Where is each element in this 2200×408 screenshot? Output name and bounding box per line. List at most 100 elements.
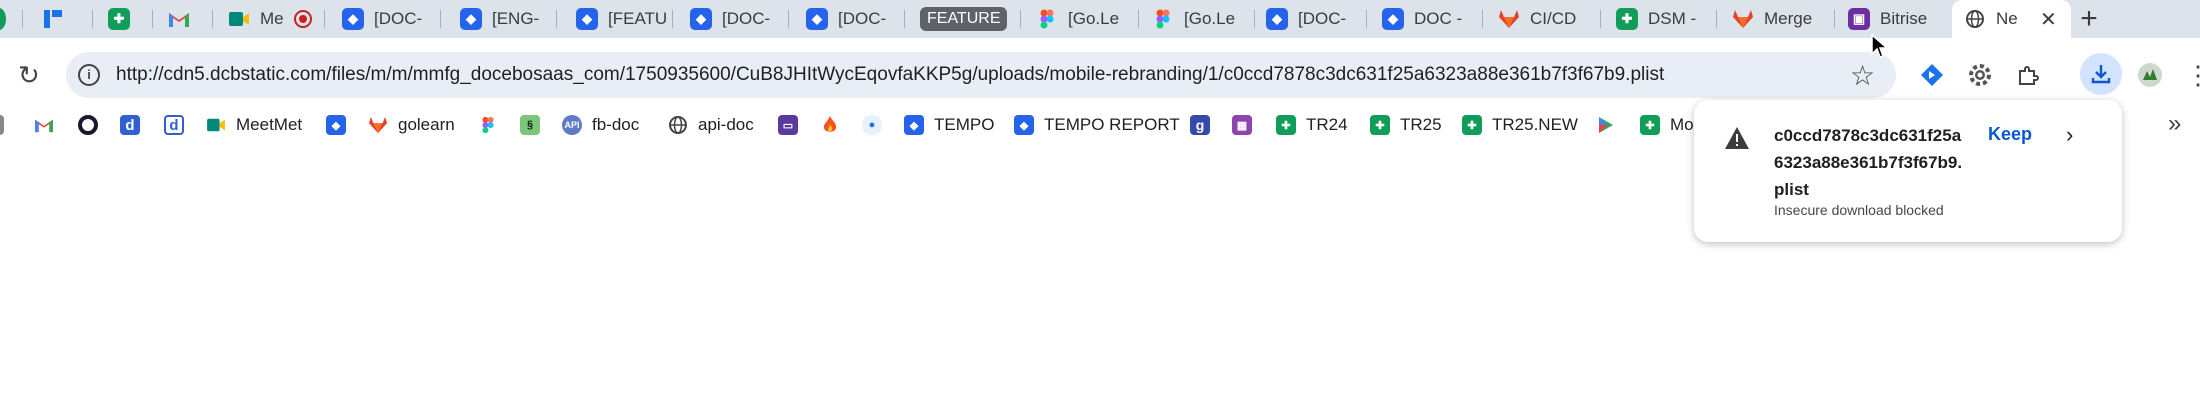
tab-11[interactable]: [Go.Le [1152,3,1235,35]
bookmark-label: TR25 [1400,115,1442,134]
bookmark-20[interactable]: ✚ TR25.NEW [1462,112,1578,138]
tab-18-active[interactable]: Ne ✕ [1952,0,2071,38]
tab-3[interactable]: Me [228,3,312,35]
extension-diamond-icon[interactable] [1918,61,1946,89]
mouse-cursor [1871,34,1889,58]
bookmark-17[interactable]: ▦ [1232,112,1252,138]
more-bookmarks-chevron-icon[interactable]: » [2168,110,2181,138]
sheets-icon: ✚ [1616,8,1638,30]
tab-0[interactable] [42,3,64,35]
bookmark-5[interactable]: ◆ [326,112,346,138]
bookmark-10[interactable]: api-doc [668,112,754,138]
bookmark-star-icon[interactable]: ☆ [1850,59,1875,92]
download-status: Insecure download blocked [1774,202,1944,218]
bookmark-16[interactable]: g [1190,112,1210,138]
new-tab-button[interactable]: + [2074,2,2104,36]
downloads-button[interactable] [2080,53,2122,95]
jira-icon: ◆ [806,8,828,30]
bookmark-7[interactable] [478,112,498,138]
bookmark-partial[interactable] [0,112,4,138]
tab-2[interactable] [168,3,190,35]
tab-5[interactable]: ◆ [ENG- [460,3,539,35]
jira-icon: ◆ [460,8,482,30]
bookmark-22[interactable]: ✚ Mo [1640,112,1694,138]
menu-kebab-icon[interactable]: ⋮ [2184,60,2200,90]
figma-icon [1152,8,1174,30]
fire-icon [820,115,840,135]
green-app-icon: § [520,115,540,135]
tab-6[interactable]: ◆ [FEATU [576,3,667,35]
tab-label: [DOC- [838,9,887,28]
bookmark-19[interactable]: ✚ TR25 [1370,112,1442,138]
meet-icon [206,115,226,135]
tab-15[interactable]: ✚ DSM - [1616,3,1696,35]
bookmark-label: golearn [398,115,455,134]
tab-8[interactable]: ◆ [DOC- [806,3,886,35]
reload-icon[interactable]: ↻ [18,60,40,91]
tab-partial[interactable] [0,3,6,35]
bookmark-21[interactable] [1596,112,1616,138]
keep-button[interactable]: Keep [1988,124,2032,145]
tab-4[interactable]: ◆ [DOC- [342,3,422,35]
bookmark-label: TR24 [1306,115,1348,134]
bookmark-0[interactable] [34,112,54,138]
extensions-puzzle-icon[interactable] [2014,61,2042,89]
tab-label: [FEATU [608,9,668,28]
jira-icon: ◆ [1382,8,1404,30]
play-icon [1596,115,1616,135]
purple-app-icon: ▭ [778,115,798,135]
figma-icon [1036,8,1058,30]
tab-label: Ne [1996,9,2018,28]
url-text[interactable]: http://cdn5.dcbstatic.com/files/m/m/mmfg… [116,64,1664,86]
tab-9[interactable]: FEATURE [920,3,1008,35]
warning-icon [1724,126,1750,155]
tab-1[interactable]: ✚ [108,3,130,35]
site-info-icon[interactable]: i [78,64,100,86]
gitlab-icon [368,115,388,135]
app-icon [0,115,4,135]
profile-avatar[interactable] [2136,61,2164,89]
bookmark-13[interactable]: ● [862,112,882,138]
bookmark-label: MeetMet [236,115,303,134]
tab-label: [DOC- [1298,9,1347,28]
tab-10[interactable]: [Go.Le [1036,3,1119,35]
tab-label: Bitrise [1880,9,1928,28]
bookmark-18[interactable]: ✚ TR24 [1276,112,1348,138]
bookmark-4[interactable]: MeetMet [206,112,302,138]
chevron-right-icon[interactable]: › [2066,122,2073,148]
sheets-icon: ✚ [108,8,130,30]
download-icon [2091,65,2111,84]
sheets-icon: ✚ [1370,115,1390,135]
tab-label: DSM - [1648,9,1697,28]
bookmark-15[interactable]: ◆ TEMPO REPORT [1014,112,1180,138]
tab-label: Merge [1764,9,1813,28]
bookmark-8[interactable]: § [520,112,540,138]
bookmark-14[interactable]: ◆ TEMPO [904,112,994,138]
close-tab-icon[interactable]: ✕ [2040,7,2057,32]
tab-17[interactable]: ▣ Bitrise [1848,3,1927,35]
purple-pattern-icon: ▦ [1232,115,1252,135]
tab-7[interactable]: ◆ [DOC- [690,3,770,35]
tab-13[interactable]: ◆ DOC - [1382,3,1462,35]
tab-label: [Go.Le [1068,9,1120,28]
download-filename: c0ccd7878c3dc631f25a6323a88e361b7f3f67b9… [1774,126,1963,199]
bookmark-9[interactable]: API fb-doc [562,112,639,138]
tab-12[interactable]: ◆ [DOC- [1266,3,1346,35]
extension-gear-icon[interactable] [1966,61,1994,89]
bookmark-11[interactable]: ▭ [778,112,798,138]
api-icon: API [562,115,582,135]
bookmark-3[interactable]: d [164,112,184,138]
bookmark-label: TEMPO [934,115,995,134]
gitlab-icon [1732,8,1754,30]
g-icon: g [1190,115,1210,135]
bookmark-label: Mo [1670,115,1694,134]
address-bar[interactable]: i http://cdn5.dcbstatic.com/files/m/m/mm… [66,52,1896,98]
tab-label: CI/CD [1530,9,1577,28]
bookmark-1[interactable] [78,112,98,138]
d-outline-icon: d [164,115,184,135]
bookmark-2[interactable]: d [120,112,140,138]
tab-16[interactable]: Merge [1732,3,1812,35]
bookmark-12[interactable] [820,112,840,138]
tab-14[interactable]: CI/CD [1498,3,1576,35]
bookmark-6[interactable]: golearn [368,112,455,138]
